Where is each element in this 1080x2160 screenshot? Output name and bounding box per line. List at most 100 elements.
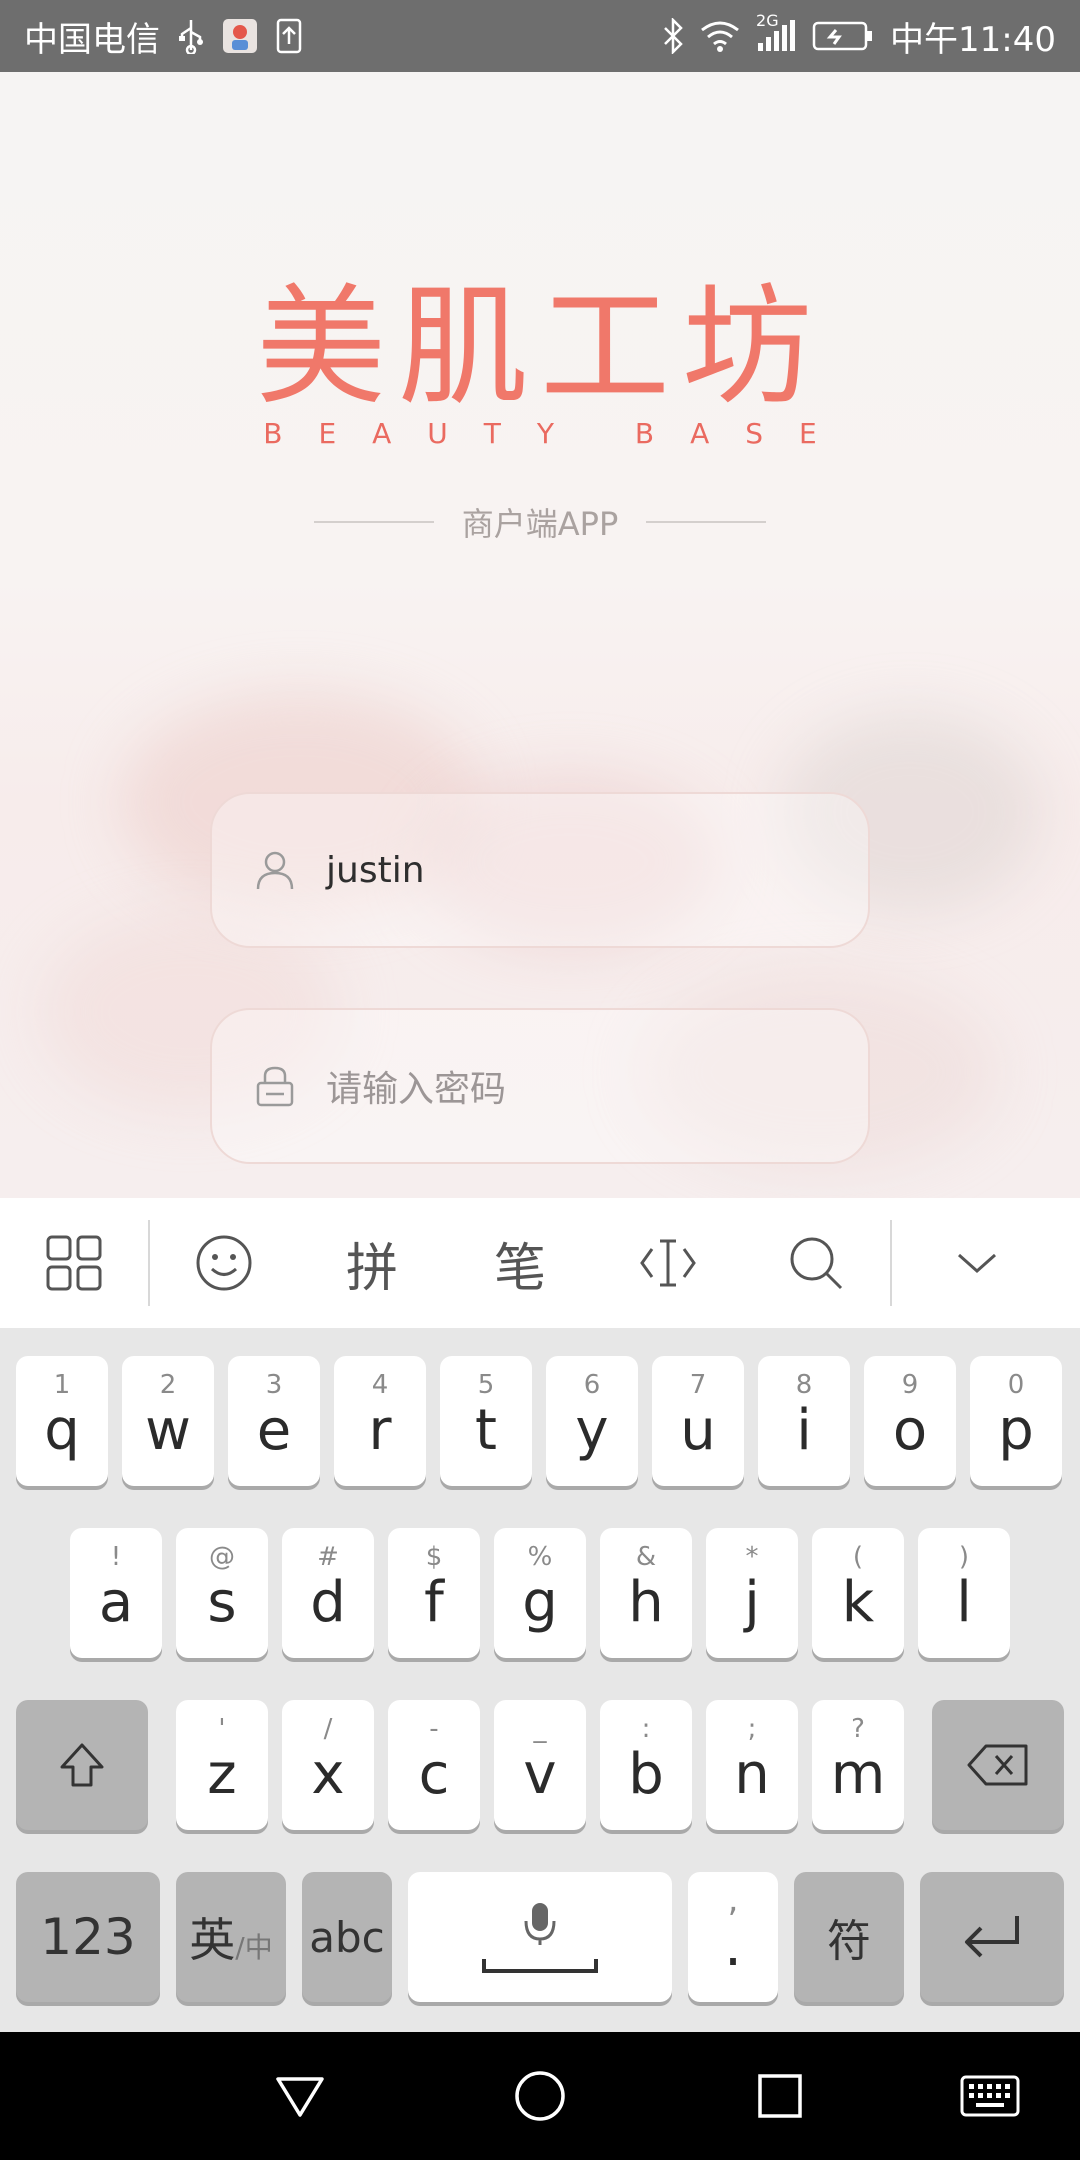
key-main-label: h	[628, 1570, 664, 1635]
key-sub-label: (	[852, 1542, 864, 1572]
space-key[interactable]	[408, 1872, 672, 2002]
navigation-bar	[0, 2032, 1080, 2160]
cursor-icon[interactable]	[594, 1198, 742, 1328]
key-r[interactable]: 4r	[334, 1356, 426, 1486]
stroke-input-button[interactable]: 笔	[446, 1198, 594, 1328]
key-g[interactable]: % g	[494, 1528, 586, 1658]
shift-key[interactable]	[16, 1700, 148, 1830]
numeric-key-label: 123	[40, 1908, 136, 1966]
key-z[interactable]: ' z	[176, 1700, 268, 1830]
username-field[interactable]: justin	[210, 792, 870, 948]
key-v[interactable]: _ v	[494, 1700, 586, 1830]
key-main-label: o	[892, 1398, 928, 1463]
key-sub-label: 7	[689, 1370, 707, 1400]
key-sub-label: @	[209, 1542, 235, 1572]
password-input[interactable]: 请输入密码	[326, 1060, 506, 1112]
key-w[interactable]: 2w	[122, 1356, 214, 1486]
key-x[interactable]: / x	[282, 1700, 374, 1830]
key-q[interactable]: 1q	[16, 1356, 108, 1486]
numeric-key[interactable]: 123	[16, 1872, 160, 2002]
search-icon[interactable]	[742, 1198, 890, 1328]
key-j[interactable]: * j	[706, 1528, 798, 1658]
lock-icon	[252, 1063, 298, 1109]
key-o[interactable]: 9o	[864, 1356, 956, 1486]
key-u[interactable]: 7u	[652, 1356, 744, 1486]
key-sub-label: *	[745, 1542, 759, 1572]
pinyin-input-button[interactable]: 拼	[298, 1198, 446, 1328]
key-sub-label: )	[958, 1542, 970, 1572]
key-b[interactable]: :b	[600, 1700, 692, 1830]
language-switch-key[interactable]: 英/中	[176, 1872, 286, 2002]
network-type: 2G	[756, 11, 779, 30]
abc-key[interactable]: abc	[302, 1872, 392, 2002]
key-e[interactable]: 3e	[228, 1356, 320, 1486]
key-main-label: v	[523, 1742, 557, 1807]
login-background: 美肌工坊 BEAUTY BASE 商户端APP justin 请输入密码	[0, 72, 1080, 1198]
key-sub-label: ;	[747, 1714, 757, 1744]
key-m[interactable]: ? m	[812, 1700, 904, 1830]
back-triangle-icon[interactable]	[240, 2032, 360, 2160]
key-main-label: y	[575, 1398, 609, 1463]
key-main-label: t	[475, 1398, 497, 1463]
key-main-label: w	[145, 1398, 191, 1463]
key-main-label: s	[207, 1570, 237, 1635]
language-key-main: 英	[189, 1913, 236, 1967]
username-input[interactable]: justin	[326, 850, 425, 891]
abc-key-label: abc	[309, 1912, 385, 1962]
emoji-icon[interactable]	[150, 1198, 298, 1328]
key-sub-label: 4	[371, 1370, 389, 1400]
language-key-sub: /中	[235, 1931, 273, 1964]
symbol-key[interactable]: 符	[794, 1872, 904, 2002]
bluetooth-icon	[662, 18, 684, 54]
key-main-label: i	[796, 1398, 812, 1463]
app-logo-english: BEAUTY BASE	[263, 417, 853, 450]
battery-icon	[812, 20, 874, 52]
key-n[interactable]: ; n	[706, 1700, 798, 1830]
key-sub-label: -	[429, 1714, 439, 1744]
enter-key[interactable]	[920, 1872, 1064, 2002]
upload-icon	[276, 18, 302, 54]
key-sub-label: ?	[851, 1714, 865, 1744]
wifi-icon	[700, 20, 740, 52]
key-sub-label: :	[641, 1714, 651, 1744]
key-sub-label: '	[218, 1714, 226, 1744]
key-t[interactable]: 5t	[440, 1356, 532, 1486]
period-key-main: .	[724, 1914, 742, 1979]
key-f[interactable]: $ f	[388, 1528, 480, 1658]
language-key-label: 英/中	[176, 1872, 286, 2002]
key-s[interactable]: @ s	[176, 1528, 268, 1658]
key-a[interactable]: ! a	[70, 1528, 162, 1658]
app-notification-icon	[222, 18, 258, 54]
period-key[interactable]: , .	[688, 1872, 778, 2002]
recents-square-icon[interactable]	[720, 2032, 840, 2160]
usb-icon	[178, 18, 204, 54]
key-k[interactable]: (k	[812, 1528, 904, 1658]
key-main-label: p	[998, 1398, 1034, 1463]
key-sub-label: 3	[265, 1370, 283, 1400]
carrier-name: 中国电信	[24, 19, 160, 60]
collapse-chevron-icon[interactable]	[892, 1198, 1062, 1328]
key-p[interactable]: 0p	[970, 1356, 1062, 1486]
menu-grid-icon[interactable]	[0, 1198, 148, 1328]
key-d[interactable]: # d	[282, 1528, 374, 1658]
key-l[interactable]: ) l	[918, 1528, 1010, 1658]
key-sub-label: $	[425, 1542, 443, 1572]
keyboard-icon[interactable]	[930, 2032, 1050, 2160]
key-sub-label: &	[635, 1542, 657, 1572]
home-circle-icon[interactable]	[480, 2032, 600, 2160]
key-main-label: b	[628, 1742, 664, 1807]
key-y[interactable]: 6y	[546, 1356, 638, 1486]
key-h[interactable]: & h	[600, 1528, 692, 1658]
key-main-label: n	[734, 1742, 770, 1807]
status-bar: 中国电信 2G 中午11:40	[0, 0, 1080, 72]
key-main-label: z	[207, 1742, 237, 1807]
enter-icon	[920, 1872, 1064, 2002]
key-main-label: a	[98, 1570, 134, 1635]
key-main-label: e	[256, 1398, 292, 1463]
divider-left	[313, 521, 434, 523]
backspace-key[interactable]	[932, 1700, 1064, 1830]
key-main-label: l	[956, 1570, 972, 1635]
password-field[interactable]: 请输入密码	[210, 1008, 870, 1164]
key-i[interactable]: 8i	[758, 1356, 850, 1486]
key-c[interactable]: -c	[388, 1700, 480, 1830]
